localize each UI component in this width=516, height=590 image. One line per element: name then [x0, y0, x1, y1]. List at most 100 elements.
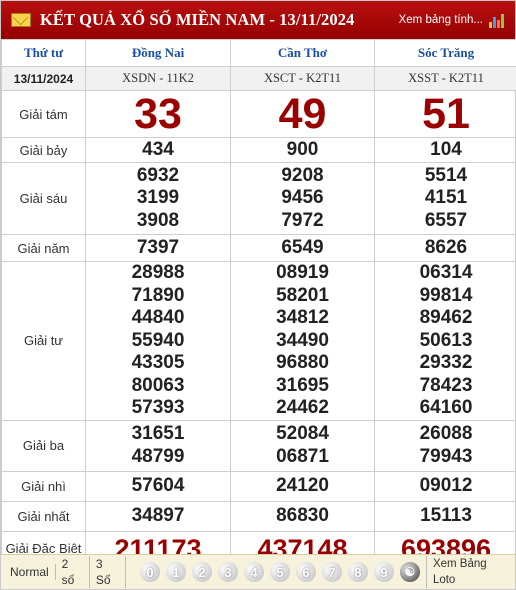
- title-bar: KẾT QUẢ XỔ SỐ MIỀN NAM - 13/11/2024 Xem …: [1, 1, 515, 39]
- prize-number: 06871: [276, 445, 329, 467]
- prize-cell: 5514 4151 6557: [374, 162, 516, 235]
- prize-number: 104: [430, 138, 462, 160]
- prize-number: 79943: [419, 445, 473, 467]
- ticket-code: XSST - K2T11: [374, 66, 516, 91]
- prize-label: Giải tám: [1, 90, 86, 138]
- prize-cell: 28988 71890 44840 55940 43305 80063 57393: [85, 261, 231, 421]
- prize-cell: 08919 58201 34812 34490 96880 31695 24462: [230, 261, 375, 421]
- prize-number: 34490: [276, 329, 329, 351]
- loto-footer: Normal 2 số 3 Số 0 1 2 3 4 5 6 7 8 9 ☯ Xem Bảng Lo…: [1, 554, 515, 589]
- prize-number: 33: [134, 90, 182, 138]
- digit-ball-button[interactable]: 8: [347, 562, 368, 582]
- province-header[interactable]: Cần Thơ: [230, 39, 375, 67]
- prize-number: 6549: [281, 236, 324, 258]
- prize-row: Giải tư 28988 71890 44840 55940 43305 80063 573…: [1, 261, 516, 421]
- mode-2-digit-button[interactable]: 2 số: [56, 556, 90, 588]
- prize-number: 57393: [131, 397, 185, 418]
- prize-number: 57604: [131, 474, 185, 496]
- prize-number: 3199: [136, 187, 180, 209]
- prize-number: 4151: [424, 187, 468, 209]
- digit-ball-button[interactable]: 0: [139, 562, 160, 582]
- prize-cell: 86830: [230, 500, 375, 532]
- prize-rows: Giải tám 33 49 51 Giải bảy 434 900 104 Giải sáu 6…: [1, 90, 516, 567]
- digit-ball-button[interactable]: 3: [217, 562, 238, 582]
- prize-number: 6932: [136, 164, 180, 186]
- prize-number: 31651: [131, 423, 185, 444]
- prize-number: 34812: [276, 307, 329, 328]
- prize-cell: 34897: [85, 500, 231, 532]
- prize-cell: 57604: [85, 470, 231, 502]
- prize-cell: 6932 3199 3908: [85, 162, 231, 235]
- prize-row: Giải ba 31651 48799 52084 06871 26088 79943: [1, 419, 516, 472]
- prize-cell: 51: [374, 90, 516, 138]
- prize-number: 24120: [276, 474, 329, 496]
- digit-ball-button[interactable]: 9: [373, 562, 394, 582]
- prize-number: 31695: [276, 374, 329, 396]
- prize-cell: 09012: [374, 470, 516, 502]
- prize-number: 9456: [281, 187, 324, 209]
- mode-normal-button[interactable]: Normal: [1, 564, 56, 580]
- prize-number: 29332: [419, 352, 473, 373]
- prize-cell: 33: [85, 90, 231, 138]
- prize-number: 64160: [419, 397, 473, 418]
- view-table-link[interactable]: Xem bảng tính...: [399, 14, 483, 26]
- mode-3-digit-button[interactable]: 3 Số: [90, 556, 126, 588]
- prize-cell: 31651 48799: [85, 419, 231, 472]
- bar-chart-icon[interactable]: [489, 12, 507, 28]
- prize-cell: 434: [85, 137, 231, 163]
- all-digits-icon[interactable]: ☯: [399, 562, 420, 582]
- prize-cell: 900: [230, 137, 375, 163]
- prize-number: 24462: [276, 397, 329, 418]
- prize-number: 3908: [136, 209, 180, 231]
- prize-number: 80063: [131, 374, 185, 396]
- digit-ball-button[interactable]: 5: [269, 562, 290, 582]
- prize-number: 9208: [281, 164, 324, 186]
- prize-number: 43305: [131, 352, 185, 373]
- prize-number: 44840: [131, 307, 185, 328]
- prize-label: Giải năm: [1, 234, 86, 262]
- prize-cell: 24120: [230, 470, 375, 502]
- digit-ball-button[interactable]: 1: [165, 562, 186, 582]
- prize-number: 15113: [420, 504, 472, 526]
- prize-number: 99814: [419, 284, 473, 306]
- lottery-widget: KẾT QUẢ XỔ SỐ MIỀN NAM - 13/11/2024 Xem …: [0, 0, 516, 590]
- prize-number: 50613: [419, 329, 473, 351]
- prize-cell: 06314 99814 89462 50613 29332 78423 64160: [374, 261, 516, 421]
- prize-row: Giải bảy 434 900 104: [1, 137, 516, 163]
- prize-label: Giải nhất: [1, 500, 86, 532]
- prize-cell: 49: [230, 90, 375, 138]
- digit-ball-button[interactable]: 6: [295, 562, 316, 582]
- prize-row: Giải sáu 6932 3199 3908 9208 9456 7972 5514 4151…: [1, 162, 516, 235]
- ticket-code: XSCT - K2T11: [230, 66, 375, 91]
- prize-number: 5514: [424, 164, 468, 186]
- digit-filter: 0 1 2 3 4 5 6 7 8 9 ☯: [139, 562, 426, 582]
- results-table: Thứ tư Đồng Nai Cần Thơ Sóc Trăng 13/11/…: [1, 39, 516, 567]
- digit-ball-button[interactable]: 4: [243, 562, 264, 582]
- prize-number: 09012: [419, 474, 473, 496]
- prize-number: 55940: [131, 329, 185, 351]
- prize-label: Giải nhì: [1, 470, 86, 502]
- prize-number: 48799: [131, 445, 185, 467]
- prize-number: 89462: [419, 307, 473, 328]
- prize-number: 58201: [276, 284, 329, 306]
- view-loto-link[interactable]: Xem Bảng Loto: [425, 556, 515, 588]
- digit-ball-button[interactable]: 7: [321, 562, 342, 582]
- envelope-icon: [11, 13, 31, 27]
- prize-row: Giải nhất 34897 86830 15113: [1, 500, 516, 532]
- province-header[interactable]: Đồng Nai: [85, 39, 231, 67]
- digit-ball-button[interactable]: 2: [191, 562, 212, 582]
- prize-number: 434: [142, 138, 174, 160]
- prize-number: 96880: [276, 352, 329, 373]
- ticket-code-row: 13/11/2024 XSDN - 11K2 XSCT - K2T11 XSST…: [1, 66, 516, 91]
- province-header[interactable]: Sóc Trăng: [374, 39, 516, 67]
- prize-cell: 52084 06871: [230, 419, 375, 472]
- prize-number: 28988: [131, 262, 185, 283]
- prize-number: 49: [278, 90, 327, 138]
- prize-cell: 7397: [85, 234, 231, 262]
- prize-row: Giải năm 7397 6549 8626: [1, 234, 516, 262]
- prize-cell: 26088 79943: [374, 419, 516, 472]
- prize-cell: 6549: [230, 234, 375, 262]
- prize-number: 52084: [276, 423, 329, 444]
- prize-number: 78423: [419, 374, 473, 396]
- prize-number: 900: [286, 138, 319, 160]
